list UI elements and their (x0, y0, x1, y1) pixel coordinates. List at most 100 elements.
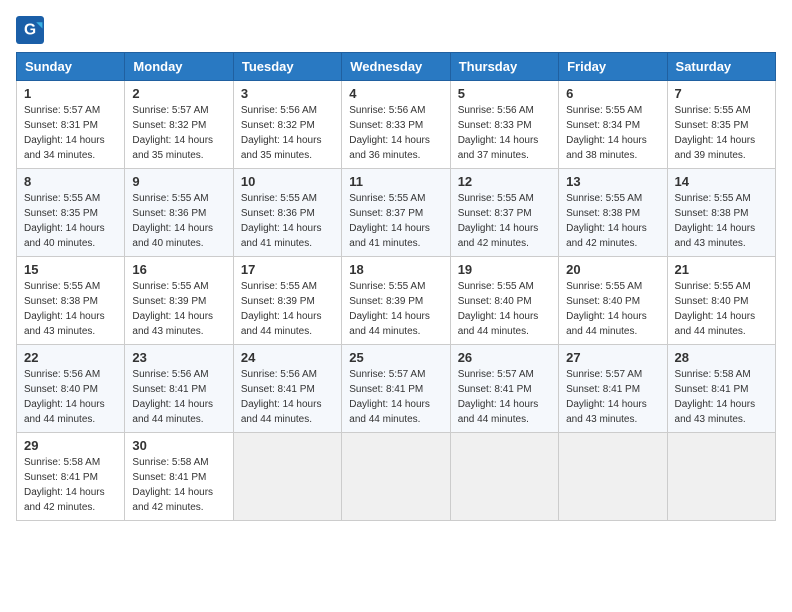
calendar-cell: 26 Sunrise: 5:57 AMSunset: 8:41 PMDaylig… (450, 345, 558, 433)
calendar-cell: 22 Sunrise: 5:56 AMSunset: 8:40 PMDaylig… (17, 345, 125, 433)
calendar-cell: 16 Sunrise: 5:55 AMSunset: 8:39 PMDaylig… (125, 257, 233, 345)
day-info: Sunrise: 5:57 AMSunset: 8:32 PMDaylight:… (132, 105, 213, 161)
calendar-cell: 15 Sunrise: 5:55 AMSunset: 8:38 PMDaylig… (17, 257, 125, 345)
calendar-cell: 1 Sunrise: 5:57 AMSunset: 8:31 PMDayligh… (17, 81, 125, 169)
day-info: Sunrise: 5:57 AMSunset: 8:31 PMDaylight:… (24, 105, 105, 161)
day-info: Sunrise: 5:55 AMSunset: 8:38 PMDaylight:… (566, 193, 647, 249)
calendar-cell (342, 433, 450, 521)
day-number: 5 (458, 86, 551, 101)
calendar-cell: 30 Sunrise: 5:58 AMSunset: 8:41 PMDaylig… (125, 433, 233, 521)
day-info: Sunrise: 5:55 AMSunset: 8:36 PMDaylight:… (241, 193, 322, 249)
calendar-cell: 7 Sunrise: 5:55 AMSunset: 8:35 PMDayligh… (667, 81, 775, 169)
calendar-header-row: SundayMondayTuesdayWednesdayThursdayFrid… (17, 53, 776, 81)
day-number: 30 (132, 438, 225, 453)
calendar-cell: 2 Sunrise: 5:57 AMSunset: 8:32 PMDayligh… (125, 81, 233, 169)
calendar-cell: 23 Sunrise: 5:56 AMSunset: 8:41 PMDaylig… (125, 345, 233, 433)
weekday-header-sunday: Sunday (17, 53, 125, 81)
day-number: 20 (566, 262, 659, 277)
calendar-cell (233, 433, 341, 521)
day-number: 13 (566, 174, 659, 189)
day-number: 9 (132, 174, 225, 189)
day-info: Sunrise: 5:58 AMSunset: 8:41 PMDaylight:… (675, 369, 756, 425)
calendar-body: 1 Sunrise: 5:57 AMSunset: 8:31 PMDayligh… (17, 81, 776, 521)
day-number: 11 (349, 174, 442, 189)
day-info: Sunrise: 5:55 AMSunset: 8:40 PMDaylight:… (458, 281, 539, 337)
day-number: 2 (132, 86, 225, 101)
day-info: Sunrise: 5:55 AMSunset: 8:38 PMDaylight:… (675, 193, 756, 249)
day-info: Sunrise: 5:57 AMSunset: 8:41 PMDaylight:… (566, 369, 647, 425)
day-info: Sunrise: 5:55 AMSunset: 8:40 PMDaylight:… (566, 281, 647, 337)
calendar-cell: 20 Sunrise: 5:55 AMSunset: 8:40 PMDaylig… (559, 257, 667, 345)
day-number: 3 (241, 86, 334, 101)
calendar-cell: 29 Sunrise: 5:58 AMSunset: 8:41 PMDaylig… (17, 433, 125, 521)
calendar-week-row: 22 Sunrise: 5:56 AMSunset: 8:40 PMDaylig… (17, 345, 776, 433)
day-number: 26 (458, 350, 551, 365)
day-number: 10 (241, 174, 334, 189)
day-info: Sunrise: 5:58 AMSunset: 8:41 PMDaylight:… (132, 457, 213, 513)
day-number: 23 (132, 350, 225, 365)
day-info: Sunrise: 5:55 AMSunset: 8:39 PMDaylight:… (241, 281, 322, 337)
day-info: Sunrise: 5:56 AMSunset: 8:41 PMDaylight:… (132, 369, 213, 425)
day-info: Sunrise: 5:55 AMSunset: 8:37 PMDaylight:… (349, 193, 430, 249)
day-number: 17 (241, 262, 334, 277)
day-number: 24 (241, 350, 334, 365)
calendar-cell: 27 Sunrise: 5:57 AMSunset: 8:41 PMDaylig… (559, 345, 667, 433)
logo-icon: G (16, 16, 44, 44)
calendar-cell: 17 Sunrise: 5:55 AMSunset: 8:39 PMDaylig… (233, 257, 341, 345)
day-number: 12 (458, 174, 551, 189)
day-number: 14 (675, 174, 768, 189)
day-info: Sunrise: 5:55 AMSunset: 8:38 PMDaylight:… (24, 281, 105, 337)
day-info: Sunrise: 5:56 AMSunset: 8:32 PMDaylight:… (241, 105, 322, 161)
calendar-cell: 10 Sunrise: 5:55 AMSunset: 8:36 PMDaylig… (233, 169, 341, 257)
logo: G (16, 16, 48, 44)
day-info: Sunrise: 5:55 AMSunset: 8:37 PMDaylight:… (458, 193, 539, 249)
calendar-cell: 18 Sunrise: 5:55 AMSunset: 8:39 PMDaylig… (342, 257, 450, 345)
calendar-cell (667, 433, 775, 521)
calendar-cell: 3 Sunrise: 5:56 AMSunset: 8:32 PMDayligh… (233, 81, 341, 169)
calendar-cell: 9 Sunrise: 5:55 AMSunset: 8:36 PMDayligh… (125, 169, 233, 257)
day-info: Sunrise: 5:55 AMSunset: 8:36 PMDaylight:… (132, 193, 213, 249)
day-number: 27 (566, 350, 659, 365)
day-info: Sunrise: 5:55 AMSunset: 8:39 PMDaylight:… (349, 281, 430, 337)
weekday-header-saturday: Saturday (667, 53, 775, 81)
calendar-cell: 12 Sunrise: 5:55 AMSunset: 8:37 PMDaylig… (450, 169, 558, 257)
day-info: Sunrise: 5:55 AMSunset: 8:35 PMDaylight:… (24, 193, 105, 249)
calendar-cell: 6 Sunrise: 5:55 AMSunset: 8:34 PMDayligh… (559, 81, 667, 169)
weekday-header-friday: Friday (559, 53, 667, 81)
day-number: 16 (132, 262, 225, 277)
weekday-header-wednesday: Wednesday (342, 53, 450, 81)
weekday-header-monday: Monday (125, 53, 233, 81)
calendar-week-row: 1 Sunrise: 5:57 AMSunset: 8:31 PMDayligh… (17, 81, 776, 169)
calendar-cell: 11 Sunrise: 5:55 AMSunset: 8:37 PMDaylig… (342, 169, 450, 257)
day-number: 29 (24, 438, 117, 453)
day-info: Sunrise: 5:55 AMSunset: 8:34 PMDaylight:… (566, 105, 647, 161)
weekday-header-tuesday: Tuesday (233, 53, 341, 81)
calendar-cell: 21 Sunrise: 5:55 AMSunset: 8:40 PMDaylig… (667, 257, 775, 345)
day-number: 28 (675, 350, 768, 365)
day-number: 25 (349, 350, 442, 365)
day-number: 15 (24, 262, 117, 277)
day-number: 1 (24, 86, 117, 101)
day-info: Sunrise: 5:56 AMSunset: 8:33 PMDaylight:… (349, 105, 430, 161)
day-info: Sunrise: 5:55 AMSunset: 8:39 PMDaylight:… (132, 281, 213, 337)
day-info: Sunrise: 5:58 AMSunset: 8:41 PMDaylight:… (24, 457, 105, 513)
calendar-cell (559, 433, 667, 521)
calendar-cell: 19 Sunrise: 5:55 AMSunset: 8:40 PMDaylig… (450, 257, 558, 345)
calendar-cell: 24 Sunrise: 5:56 AMSunset: 8:41 PMDaylig… (233, 345, 341, 433)
day-number: 7 (675, 86, 768, 101)
calendar-cell (450, 433, 558, 521)
day-info: Sunrise: 5:56 AMSunset: 8:40 PMDaylight:… (24, 369, 105, 425)
calendar-table: SundayMondayTuesdayWednesdayThursdayFrid… (16, 52, 776, 521)
calendar-cell: 14 Sunrise: 5:55 AMSunset: 8:38 PMDaylig… (667, 169, 775, 257)
day-number: 4 (349, 86, 442, 101)
calendar-cell: 28 Sunrise: 5:58 AMSunset: 8:41 PMDaylig… (667, 345, 775, 433)
day-info: Sunrise: 5:56 AMSunset: 8:41 PMDaylight:… (241, 369, 322, 425)
day-number: 21 (675, 262, 768, 277)
day-info: Sunrise: 5:56 AMSunset: 8:33 PMDaylight:… (458, 105, 539, 161)
page-header: G (16, 16, 776, 44)
day-number: 6 (566, 86, 659, 101)
weekday-header-thursday: Thursday (450, 53, 558, 81)
day-info: Sunrise: 5:55 AMSunset: 8:40 PMDaylight:… (675, 281, 756, 337)
day-number: 22 (24, 350, 117, 365)
day-info: Sunrise: 5:57 AMSunset: 8:41 PMDaylight:… (349, 369, 430, 425)
